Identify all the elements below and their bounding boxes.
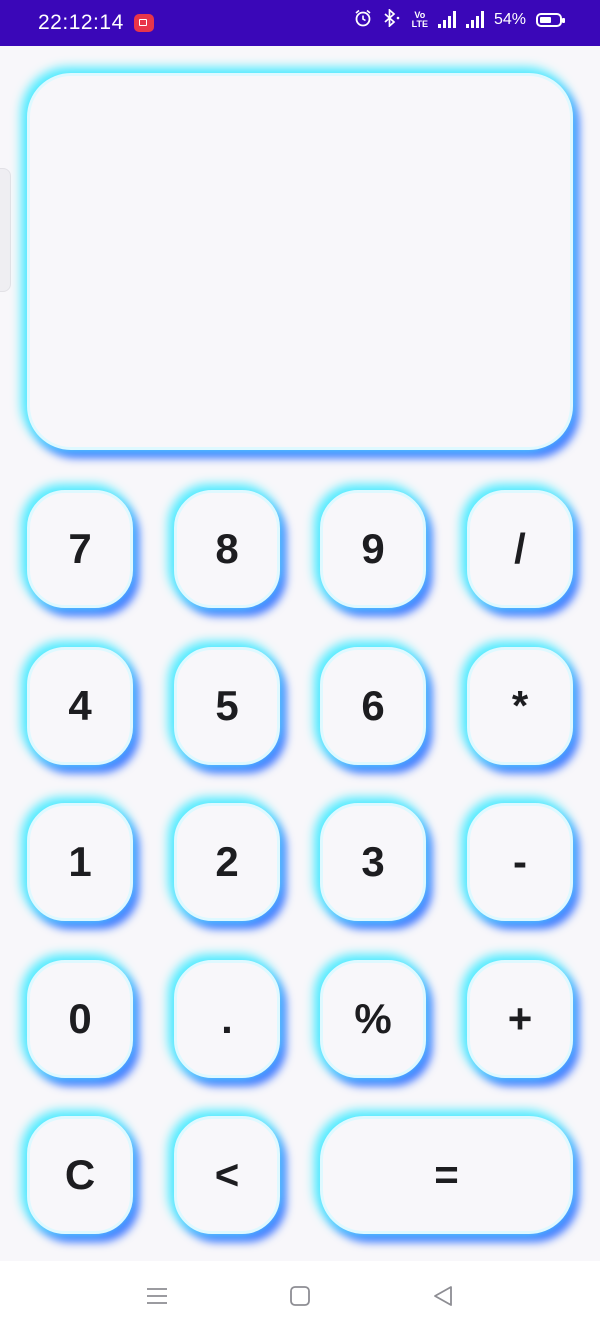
key-decimal[interactable]: . xyxy=(174,960,280,1078)
key-2[interactable]: 2 xyxy=(174,803,280,921)
volte-icon: Vo LTE xyxy=(411,10,428,29)
bluetooth-icon xyxy=(382,8,402,30)
navigation-bar xyxy=(0,1261,600,1333)
home-icon[interactable] xyxy=(285,1281,315,1311)
status-icons: Vo LTE 54% xyxy=(354,8,565,30)
status-time: 22:12:14 xyxy=(38,11,124,34)
battery-percent: 54% xyxy=(493,10,526,28)
key-add[interactable]: + xyxy=(467,960,573,1078)
key-backspace[interactable]: < xyxy=(174,1116,280,1234)
menu-icon[interactable] xyxy=(142,1281,172,1311)
key-8[interactable]: 8 xyxy=(174,490,280,608)
signal-icon xyxy=(465,11,484,28)
key-equals[interactable]: = xyxy=(320,1116,573,1234)
key-3[interactable]: 3 xyxy=(320,803,426,921)
calculator-display xyxy=(27,73,573,450)
key-7[interactable]: 7 xyxy=(27,490,133,608)
key-subtract[interactable]: - xyxy=(467,803,573,921)
key-multiply[interactable]: * xyxy=(467,647,573,765)
alarm-icon xyxy=(354,9,372,30)
key-4[interactable]: 4 xyxy=(27,647,133,765)
key-6[interactable]: 6 xyxy=(320,647,426,765)
battery-icon xyxy=(536,12,565,27)
edge-panel-handle[interactable] xyxy=(0,168,11,292)
screen-record-icon xyxy=(134,14,154,32)
key-divide[interactable]: / xyxy=(467,490,573,608)
key-9[interactable]: 9 xyxy=(320,490,426,608)
signal-icon xyxy=(437,11,456,28)
key-clear[interactable]: C xyxy=(27,1116,133,1234)
key-percent[interactable]: % xyxy=(320,960,426,1078)
key-5[interactable]: 5 xyxy=(174,647,280,765)
status-bar: 22:12:14 Vo LTE 54% xyxy=(0,0,600,46)
volte-bottom-text: LTE xyxy=(411,18,428,29)
key-1[interactable]: 1 xyxy=(27,803,133,921)
key-0[interactable]: 0 xyxy=(27,960,133,1078)
back-icon[interactable] xyxy=(428,1281,458,1311)
